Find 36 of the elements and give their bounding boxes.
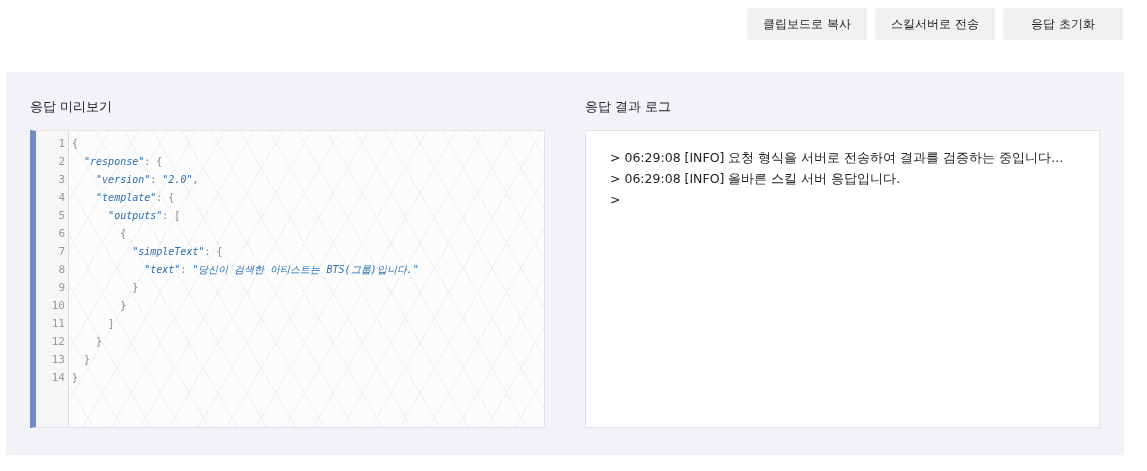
code-line: "response": { [83,155,164,169]
log-line: > 06:29:08 [INFO] 올바른 스킬 서버 응답입니다. [610,170,902,188]
line-number: 8 [57,262,66,278]
toolbar-button[interactable]: 스킬서버로 전송 [875,8,995,40]
code-line: } [72,371,80,385]
code-line: "simpleText": { [131,245,224,259]
code-line: { [72,137,80,151]
code-line: "version": "2.0", [95,173,200,187]
line-number: 5 [57,208,66,224]
code-line: } [83,353,92,367]
code-line: } [119,299,128,313]
line-number: 1 [57,136,66,152]
code-line: "text": "당신이 검색한 아티스트는 BTS(그룹)입니다." [143,263,419,277]
section-title: 응답 미리보기 [30,98,114,116]
code-line: "template": { [95,191,176,205]
section-title: 응답 결과 로그 [585,98,673,116]
toolbar-button[interactable]: 응답 초기화 [1003,8,1123,40]
line-number: 11 [50,316,66,332]
line-number: 6 [57,226,66,242]
line-number: 13 [50,352,66,368]
line-number: 3 [57,172,66,188]
code-line: "outputs": [ [107,209,182,223]
line-number: 7 [57,244,66,260]
line-number: 12 [50,334,66,350]
line-number: 4 [57,190,66,206]
log-line: > 06:29:08 [INFO] 요청 형식을 서버로 전송하여 결과를 검증하는 중입니다... [610,149,1065,167]
code-line: } [131,281,140,295]
code-line: } [95,335,104,349]
code-line: { [119,227,128,241]
log-line: > [610,191,622,209]
code-line: ] [107,317,116,331]
toolbar-button[interactable]: 클립보드로 복사 [747,8,867,40]
line-number: 14 [50,370,66,386]
line-number: 10 [50,298,66,314]
line-number: 2 [57,154,66,170]
line-number: 9 [57,280,66,296]
